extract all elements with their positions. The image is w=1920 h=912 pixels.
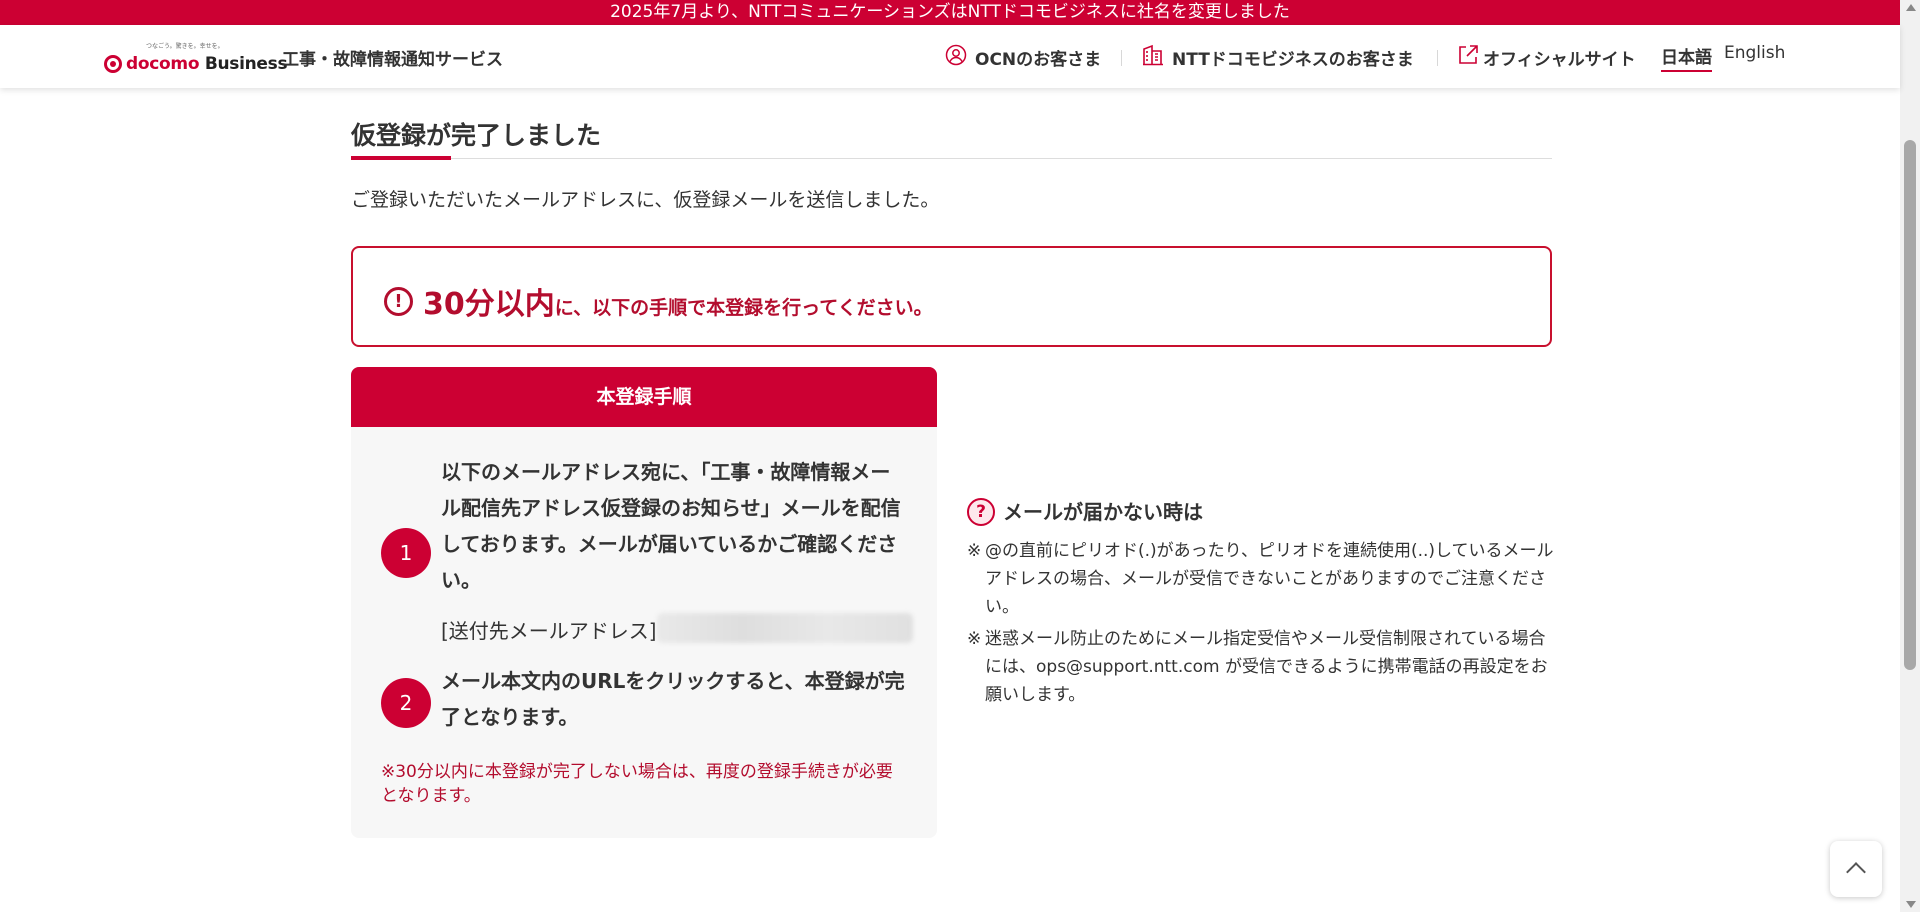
building-icon <box>1142 44 1164 71</box>
lead-text: ご登録いただいたメールアドレスに、仮登録メールを送信しました。 <box>351 189 940 211</box>
logo-wordmark: docomo Business <box>126 54 288 74</box>
steps-note: ※30分以内に本登録が完了しない場合は、再度の登録手続きが必要となります。 <box>381 762 893 806</box>
alert-emphasis: 30分以内 <box>423 287 555 322</box>
lang-japanese[interactable]: 日本語 <box>1661 43 1712 72</box>
chevron-up-icon <box>1846 862 1866 882</box>
docomo-business-logo[interactable]: つなごう。驚きを。幸せを。 docomo Business <box>104 41 288 81</box>
docomo-logo-mark <box>104 55 122 73</box>
nav-ocn-customers[interactable]: OCNのお客さま <box>945 43 1101 71</box>
nav-divider <box>1437 50 1438 66</box>
title-divider <box>351 158 1552 159</box>
step-1-text: 以下のメールアドレス宛に、「工事・故障情報メール配信先アドレス仮登録のお知らせ」… <box>441 460 901 592</box>
help-item: ※ 迷惑メール防止のためにメール指定受信やメール受信制限されている場合には、ops… <box>967 629 1548 705</box>
nav-official-site-label: オフィシャルサイト <box>1483 49 1636 70</box>
nav-official-site[interactable]: オフィシャルサイト <box>1457 43 1636 71</box>
external-link-icon <box>1457 44 1479 71</box>
page-title: 仮登録が完了しました <box>351 121 602 150</box>
title-accent-bar <box>351 156 451 160</box>
nav-ocn-label: OCNのお客さま <box>975 49 1102 70</box>
scroll-up-arrow[interactable] <box>1906 4 1916 11</box>
steps-heading: 本登録手順 <box>351 367 937 427</box>
service-name: 工事・故障情報通知サービス <box>282 50 503 70</box>
help-item: ※ @の直前にピリオド(.)があったり、ピリオドを連続使用(..)しているメールア… <box>967 541 1554 617</box>
step-number-1: 1 <box>381 528 431 578</box>
scroll-down-arrow[interactable] <box>1906 901 1916 908</box>
rename-notice-banner: 2025年7月より、NTTコミュニケーションズはNTTドコモビジネスに社名を変更… <box>0 0 1900 25</box>
nav-ntt-docomo-business-customers[interactable]: NTTドコモビジネスのお客さま <box>1142 43 1414 71</box>
user-icon <box>945 44 967 71</box>
time-limit-alert: ! 30分以内に、以下の手順で本登録を行ってください。 <box>351 246 1552 347</box>
lang-english[interactable]: English <box>1724 43 1785 63</box>
site-header: つなごう。驚きを。幸せを。 docomo Business 工事・故障情報通知サ… <box>0 25 1900 88</box>
help-title: ? メールが届かない時は <box>967 497 1557 527</box>
alert-rest: に、以下の手順で本登録を行ってください。 <box>554 297 933 319</box>
nav-ntt-docomo-business-label: NTTドコモビジネスのお客さま <box>1172 49 1414 70</box>
help-icon: ? <box>967 498 995 526</box>
mail-not-received-help: ? メールが届かない時は ※ @の直前にピリオド(.)があったり、ピリオドを連続使… <box>967 497 1557 709</box>
registration-steps-panel: 本登録手順 1 以下のメールアドレス宛に、「工事・故障情報メール配信先アドレス仮… <box>351 367 937 838</box>
redacted-email-address <box>657 613 913 643</box>
back-to-top-button[interactable] <box>1830 841 1882 897</box>
alert-icon: ! <box>384 287 413 316</box>
step-number-2: 2 <box>381 678 431 728</box>
logo-tagline: つなごう。驚きを。幸せを。 <box>146 43 224 50</box>
step-2-text: メール本文内のURLをクリックすると、本登録が完了となります。 <box>441 669 905 729</box>
page-scrollbar[interactable] <box>1900 0 1920 912</box>
nav-divider <box>1121 50 1122 66</box>
alert-message: 30分以内に、以下の手順で本登録を行ってください。 <box>423 279 933 323</box>
scrollbar-thumb[interactable] <box>1904 140 1916 670</box>
send-to-address-label: [送付先メールアドレス] <box>441 619 657 643</box>
